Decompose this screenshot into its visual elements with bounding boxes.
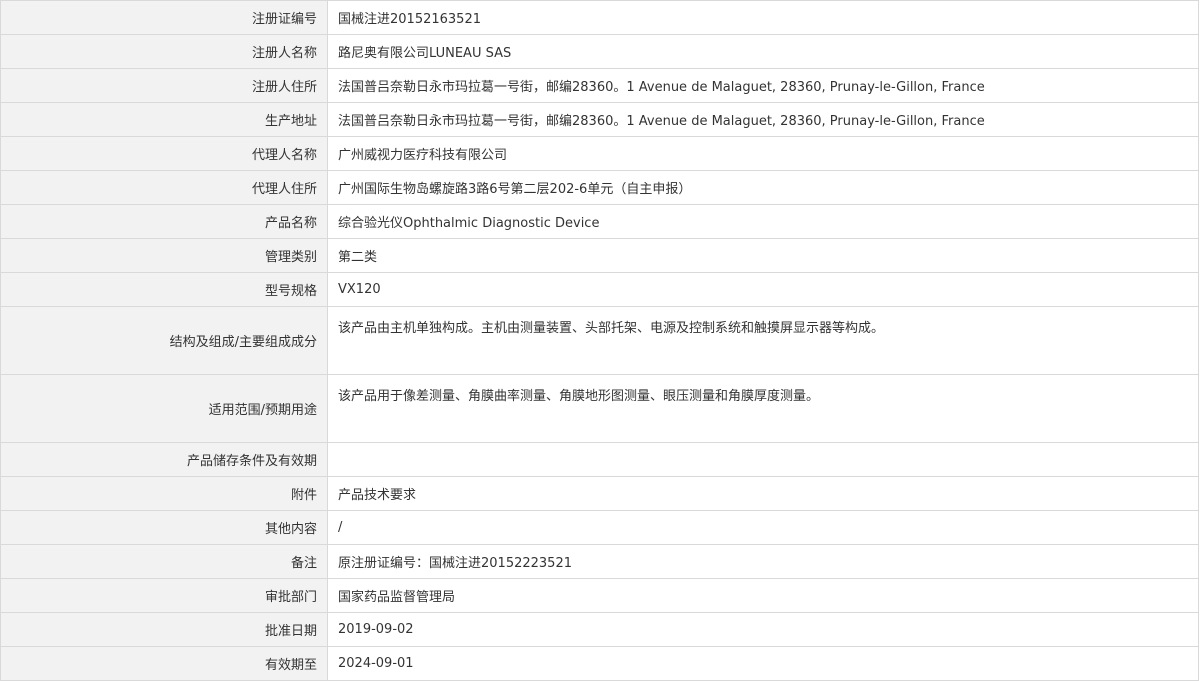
field-value: / (327, 510, 1199, 545)
table-row-approval-date: 批准日期 2019-09-02 (0, 612, 1199, 647)
table-row-other-content: 其他内容 / (0, 510, 1199, 545)
table-row-structure-composition: 结构及组成/主要组成成分 该产品由主机单独构成。主机由测量装置、头部托架、电源及… (0, 306, 1199, 375)
field-value: 产品技术要求 (327, 476, 1199, 511)
table-row-storage-validity: 产品储存条件及有效期 (0, 442, 1199, 477)
field-label: 生产地址 (0, 102, 328, 137)
field-label: 管理类别 (0, 238, 328, 273)
field-value: 国械注进20152163521 (327, 0, 1199, 35)
field-value: 原注册证编号：国械注进20152223521 (327, 544, 1199, 579)
field-value: 路尼奥有限公司LUNEAU SAS (327, 34, 1199, 69)
field-value: 法国普吕奈勒日永市玛拉葛一号街，邮编28360。1 Avenue de Mala… (327, 102, 1199, 137)
table-row-remarks: 备注 原注册证编号：国械注进20152223521 (0, 544, 1199, 579)
field-value: 该产品由主机单独构成。主机由测量装置、头部托架、电源及控制系统和触摸屏显示器等构… (327, 306, 1199, 375)
field-value: 第二类 (327, 238, 1199, 273)
field-label: 注册人名称 (0, 34, 328, 69)
field-value: 综合验光仪Ophthalmic Diagnostic Device (327, 204, 1199, 239)
field-label: 产品储存条件及有效期 (0, 442, 328, 477)
field-value (327, 442, 1199, 477)
table-row-production-address: 生产地址 法国普吕奈勒日永市玛拉葛一号街，邮编28360。1 Avenue de… (0, 102, 1199, 137)
registration-detail-table: 注册证编号 国械注进20152163521 注册人名称 路尼奥有限公司LUNEA… (0, 0, 1199, 681)
field-label: 有效期至 (0, 646, 328, 681)
field-value: 广州威视力医疗科技有限公司 (327, 136, 1199, 171)
table-row-approval-department: 审批部门 国家药品监督管理局 (0, 578, 1199, 613)
table-row-agent-name: 代理人名称 广州威视力医疗科技有限公司 (0, 136, 1199, 171)
field-value: 法国普吕奈勒日永市玛拉葛一号街，邮编28360。1 Avenue de Mala… (327, 68, 1199, 103)
field-label: 代理人住所 (0, 170, 328, 205)
table-row-registrant-name: 注册人名称 路尼奥有限公司LUNEAU SAS (0, 34, 1199, 69)
table-row-valid-until: 有效期至 2024-09-01 (0, 646, 1199, 681)
field-value: 广州国际生物岛螺旋路3路6号第二层202-6单元（自主申报） (327, 170, 1199, 205)
field-value: 2024-09-01 (327, 646, 1199, 681)
table-row-management-class: 管理类别 第二类 (0, 238, 1199, 273)
field-label: 型号规格 (0, 272, 328, 307)
field-label: 批准日期 (0, 612, 328, 647)
field-value: 该产品用于像差测量、角膜曲率测量、角膜地形图测量、眼压测量和角膜厚度测量。 (327, 374, 1199, 443)
field-label: 产品名称 (0, 204, 328, 239)
field-label: 代理人名称 (0, 136, 328, 171)
table-row-registrant-address: 注册人住所 法国普吕奈勒日永市玛拉葛一号街，邮编28360。1 Avenue d… (0, 68, 1199, 103)
field-label: 附件 (0, 476, 328, 511)
field-label: 适用范围/预期用途 (0, 374, 328, 443)
table-row-product-name: 产品名称 综合验光仪Ophthalmic Diagnostic Device (0, 204, 1199, 239)
table-row-attachment: 附件 产品技术要求 (0, 476, 1199, 511)
field-label: 注册证编号 (0, 0, 328, 35)
field-label: 备注 (0, 544, 328, 579)
table-row-agent-address: 代理人住所 广州国际生物岛螺旋路3路6号第二层202-6单元（自主申报） (0, 170, 1199, 205)
field-label: 结构及组成/主要组成成分 (0, 306, 328, 375)
table-row-intended-use: 适用范围/预期用途 该产品用于像差测量、角膜曲率测量、角膜地形图测量、眼压测量和… (0, 374, 1199, 443)
table-row-model-spec: 型号规格 VX120 (0, 272, 1199, 307)
field-label: 审批部门 (0, 578, 328, 613)
field-label: 注册人住所 (0, 68, 328, 103)
field-value: VX120 (327, 272, 1199, 307)
field-value: 国家药品监督管理局 (327, 578, 1199, 613)
table-row-registration-number: 注册证编号 国械注进20152163521 (0, 0, 1199, 35)
field-label: 其他内容 (0, 510, 328, 545)
field-value: 2019-09-02 (327, 612, 1199, 647)
